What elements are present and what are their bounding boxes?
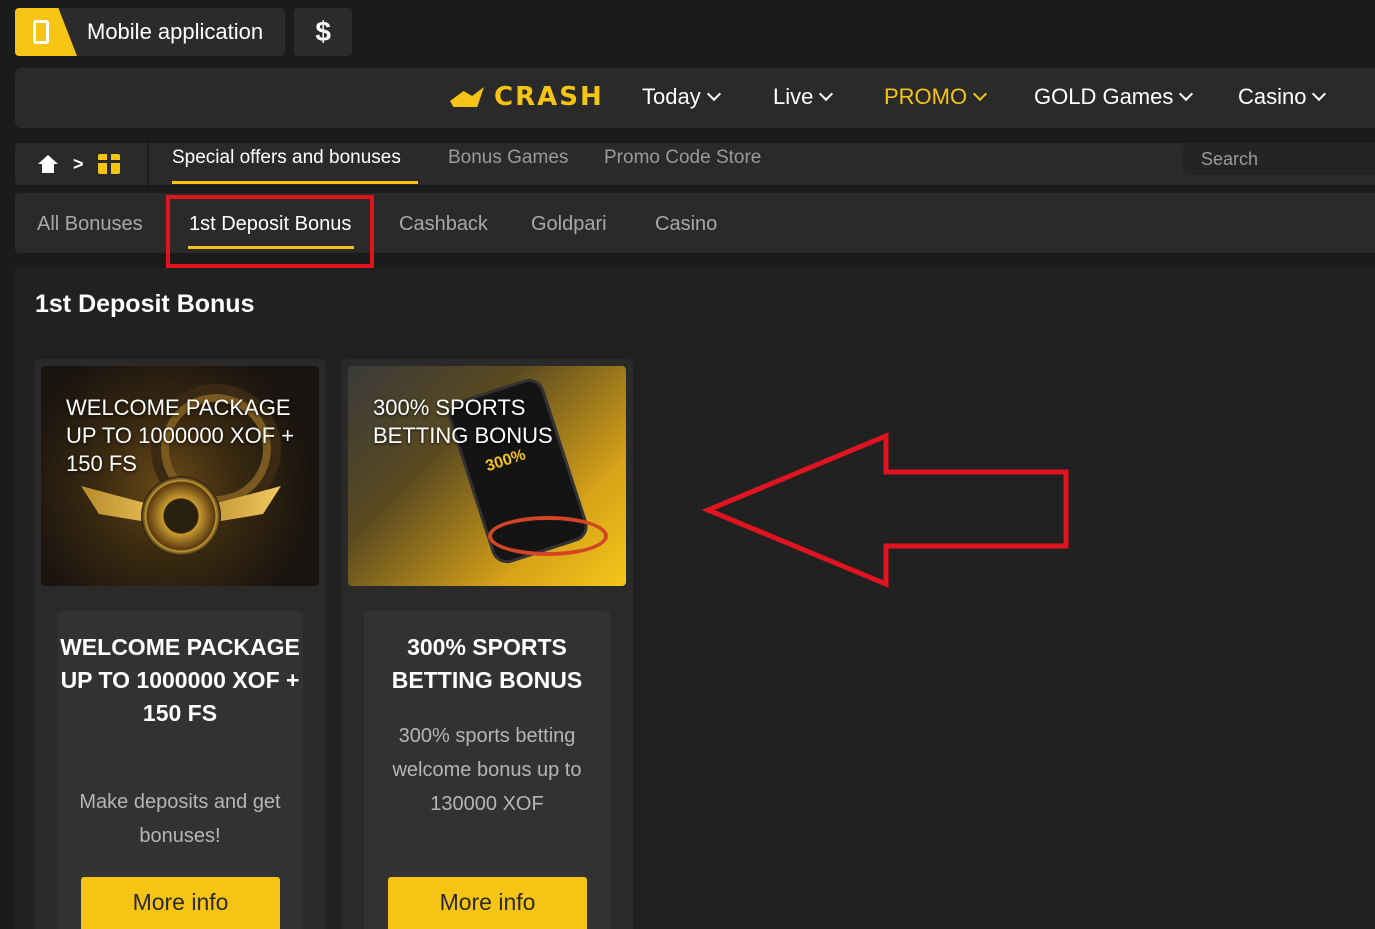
casino-chip-graphic — [141, 476, 221, 556]
nav-item-label: GOLD Games — [1034, 84, 1174, 109]
chevron-down-icon — [1312, 86, 1327, 102]
filter-goldpari[interactable]: Goldpari — [531, 213, 607, 236]
mobile-icon-background — [15, 8, 77, 56]
welcome-package-image[interactable]: WELCOME PACKAGE UP TO 1000000 XOF + 150 … — [41, 366, 319, 586]
card-image-title: 300% SPORTS BETTING BONUS — [373, 395, 553, 448]
nav-item-today[interactable]: Today — [642, 84, 721, 110]
crash-label: CRASH — [494, 82, 604, 112]
more-info-button[interactable]: More info — [81, 877, 280, 929]
crash-link[interactable]: CRASH — [450, 82, 604, 112]
chevron-down-icon — [706, 86, 721, 102]
bonus-card-sports: 300% 300% SPORTS BETTING BONUS 300% SPOR… — [341, 359, 633, 929]
bonus-content-panel: 1st Deposit Bonus WELCOME PACKAGE UP TO … — [15, 268, 1375, 929]
phone-icon — [33, 20, 49, 44]
card-description: 300% sports betting welcome bonus up to … — [392, 725, 582, 815]
crash-plane-icon — [450, 87, 484, 107]
home-icon[interactable] — [37, 155, 59, 173]
basketball-hoop-graphic — [488, 516, 608, 556]
tab-promo-code-store[interactable]: Promo Code Store — [604, 147, 761, 169]
breadcrumb: > — [15, 143, 149, 185]
breadcrumb-separator: > — [73, 153, 84, 174]
currency-button[interactable]: $ — [294, 8, 353, 56]
sports-bonus-image[interactable]: 300% 300% SPORTS BETTING BONUS — [348, 366, 626, 586]
nav-item-label: PROMO — [884, 84, 968, 109]
card-body: WELCOME PACKAGE UP TO 1000000 XOF + 150 … — [57, 611, 303, 929]
chevron-down-icon — [1179, 86, 1194, 102]
chevron-down-icon — [973, 86, 988, 102]
search-input[interactable] — [1183, 143, 1375, 175]
card-description: Make deposits and get bonuses! — [79, 791, 281, 847]
filter-cashback[interactable]: Cashback — [399, 213, 488, 236]
mobile-application-button[interactable]: Mobile application — [15, 8, 286, 56]
nav-item-casino[interactable]: Casino — [1238, 84, 1327, 110]
nav-item-label: Live — [773, 84, 814, 109]
tab-special-offers[interactable]: Special offers and bonuses — [172, 147, 401, 169]
sub-navigation: > Special offers and bonuses Bonus Games… — [15, 143, 1375, 185]
nav-item-gold-games[interactable]: GOLD Games — [1034, 84, 1194, 110]
top-bar: Mobile application $ — [15, 8, 353, 56]
card-image-title: WELCOME PACKAGE UP TO 1000000 XOF + 150 … — [66, 395, 295, 476]
search-box — [1183, 143, 1375, 175]
filter-casino[interactable]: Casino — [655, 213, 717, 236]
gift-icon[interactable] — [97, 154, 120, 174]
section-title: 1st Deposit Bonus — [35, 290, 255, 318]
more-info-button[interactable]: More info — [388, 877, 587, 929]
tab-bonus-games[interactable]: Bonus Games — [448, 147, 568, 169]
phone-badge-text: 300% — [483, 446, 528, 476]
main-navigation: CRASH Today Live PROMO GOLD Games Casino — [15, 68, 1375, 128]
nav-item-label: Casino — [1238, 84, 1307, 109]
card-title: 300% SPORTS BETTING BONUS — [391, 634, 583, 693]
bonus-card-welcome: WELCOME PACKAGE UP TO 1000000 XOF + 150 … — [34, 359, 326, 929]
nav-item-promo[interactable]: PROMO — [884, 84, 988, 110]
active-tab-underline — [172, 181, 418, 184]
nav-item-live[interactable]: Live — [773, 84, 834, 110]
filter-all-bonuses[interactable]: All Bonuses — [37, 213, 143, 236]
annotation-arrow-icon — [701, 432, 1069, 588]
annotation-highlight-box — [166, 195, 374, 268]
card-body: 300% SPORTS BETTING BONUS 300% sports be… — [364, 611, 610, 929]
mobile-application-label: Mobile application — [87, 19, 264, 44]
chevron-down-icon — [819, 86, 834, 102]
card-title: WELCOME PACKAGE UP TO 1000000 XOF + 150 … — [60, 634, 300, 726]
nav-item-label: Today — [642, 84, 701, 109]
